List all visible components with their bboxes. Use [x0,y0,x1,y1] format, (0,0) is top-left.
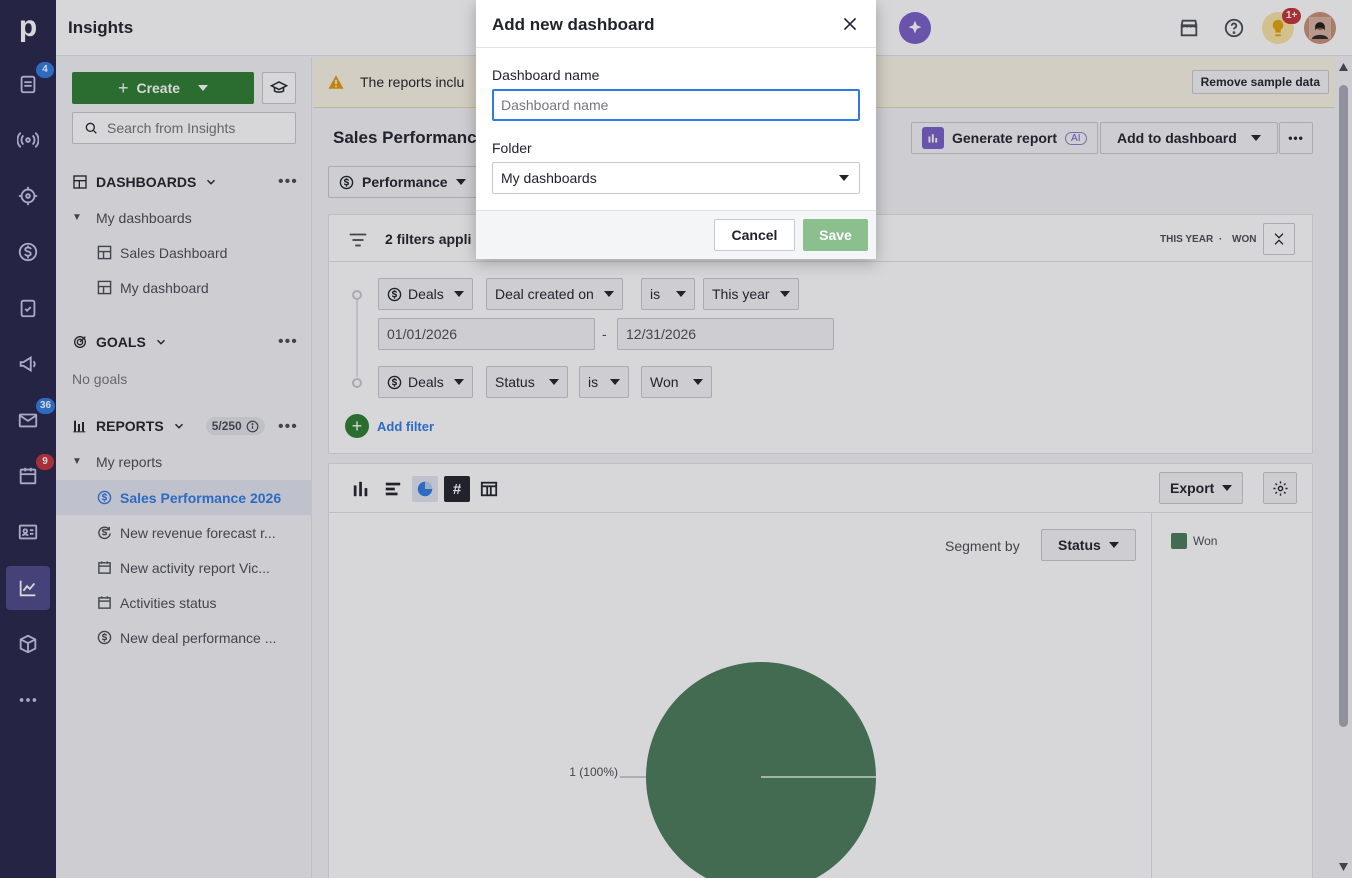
close-icon [843,17,857,31]
divider [476,210,876,211]
folder-select[interactable]: My dashboards [492,162,860,194]
chevron-down-icon [839,175,849,181]
folder-label: Folder [492,140,532,156]
divider [476,47,876,48]
modal-close-button[interactable] [840,14,860,34]
modal-title: Add new dashboard [492,15,655,34]
folder-select-value: My dashboards [501,170,597,186]
cancel-button[interactable]: Cancel [714,219,795,251]
dashboard-name-label: Dashboard name [492,67,600,83]
modal-footer: Cancel Save [476,210,876,259]
add-dashboard-modal: Add new dashboard Dashboard name Folder … [476,0,876,259]
save-button[interactable]: Save [803,219,868,251]
dashboard-name-input[interactable] [492,89,860,121]
